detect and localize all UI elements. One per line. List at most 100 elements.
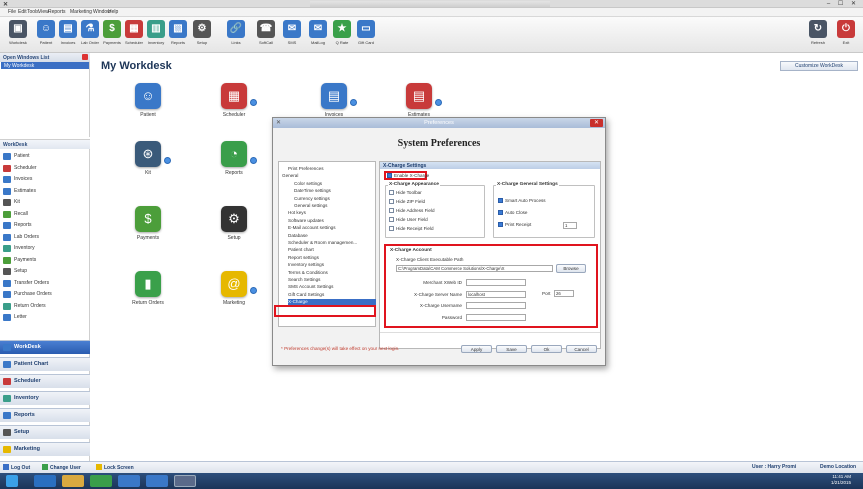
appearance-checkbox[interactable]: Hide User Field — [389, 217, 428, 222]
workdesk-icon[interactable]: @ — [221, 271, 247, 297]
sidebar-item[interactable]: Setup — [2, 266, 88, 277]
workdesk-icon-pin[interactable] — [350, 99, 357, 106]
nav-section-scheduler[interactable]: Scheduler — [0, 374, 90, 388]
menu-item[interactable]: Marketing — [70, 9, 92, 15]
appearance-checkbox[interactable]: Hide Address Field — [389, 208, 435, 213]
taskbar-app-icon[interactable] — [90, 475, 112, 487]
tree-node[interactable]: SMS Account Settings — [288, 284, 333, 290]
workdesk-icon[interactable]: ☺ — [135, 83, 161, 109]
tree-node[interactable]: Scheduler & Room managemen... — [288, 240, 357, 246]
toolbar-button[interactable]: ▥ Inventory — [144, 20, 168, 50]
menu-item[interactable]: Reports — [48, 9, 66, 15]
checkbox-box[interactable] — [389, 208, 394, 213]
account-field-input[interactable]: localhost — [466, 290, 526, 298]
toolbar-button[interactable]: ★ Q Rate — [330, 20, 354, 50]
checkbox-box[interactable] — [498, 198, 503, 203]
taskbar-app-icon[interactable] — [118, 475, 140, 487]
workdesk-icon-pin[interactable] — [250, 99, 257, 106]
tree-node[interactable]: Hot keys — [288, 210, 306, 216]
tree-node[interactable]: Report settings — [288, 255, 319, 261]
sidebar-item[interactable]: Lab Orders — [2, 232, 88, 243]
general-setting-checkbox[interactable]: Print Receipt — [498, 222, 531, 227]
toolbar-button[interactable]: ✉ MailLog — [306, 20, 330, 50]
account-field-input[interactable] — [466, 302, 526, 309]
window-controls[interactable]: – ☐ ✕ — [827, 0, 859, 7]
exe-path-input[interactable]: C:\ProgramData\CAM Commerce Solutions\X-… — [396, 265, 553, 272]
sidebar-item[interactable]: Inventory — [2, 243, 88, 254]
workdesk-icon-pin[interactable] — [250, 287, 257, 294]
tree-node[interactable]: Database — [288, 233, 308, 239]
sidebar-item[interactable]: Return Orders — [2, 301, 88, 312]
nav-section-inventory[interactable]: Inventory — [0, 391, 90, 405]
menu-item[interactable]: Tools — [27, 9, 39, 15]
appearance-checkbox[interactable]: Hide Toolbar — [389, 190, 422, 195]
workdesk-icon[interactable]: ▤ — [406, 83, 432, 109]
logout-button[interactable]: Log Out — [3, 464, 30, 471]
sidebar-item[interactable]: Payments — [2, 255, 88, 266]
toolbar-button[interactable]: 🔗 Links — [224, 20, 248, 50]
open-window-item[interactable]: My Workdesk — [1, 62, 89, 69]
tree-node[interactable]: Patient chart — [288, 247, 314, 253]
workdesk-icon[interactable]: ▮ — [135, 271, 161, 297]
dialog-ok-button[interactable]: Ok — [531, 345, 562, 353]
toolbar-button[interactable]: ▭ Gift Card — [354, 20, 378, 50]
close-panel-icon[interactable] — [82, 54, 88, 60]
checkbox-box[interactable] — [498, 222, 503, 227]
workdesk-icon-pin[interactable] — [164, 157, 171, 164]
toolbar-button[interactable]: ☺ Patient — [34, 20, 58, 50]
menu-item[interactable]: File — [8, 9, 16, 15]
tree-node[interactable]: Color settings — [294, 181, 322, 187]
workdesk-icon[interactable]: ⊛ — [135, 141, 161, 167]
toolbar-button[interactable]: ⏻ Exit — [834, 20, 858, 50]
sidebar-item[interactable]: Estimates — [2, 186, 88, 197]
nav-section-patient-chart[interactable]: Patient Chart — [0, 357, 90, 371]
toolbar-button[interactable]: ▤ Invoices — [56, 20, 80, 50]
sidebar-item[interactable]: Scheduler — [2, 163, 88, 174]
nav-section-setup[interactable]: Setup — [0, 425, 90, 439]
browse-button[interactable]: Browse — [556, 264, 586, 273]
tree-node[interactable]: E-Mail account settings — [288, 225, 336, 231]
tree-node[interactable]: Gift Card Settings — [288, 292, 324, 298]
toolbar-button[interactable]: ▧ Reports — [166, 20, 190, 50]
toolbar-button[interactable]: ▦ Scheduler — [122, 20, 146, 50]
port-input[interactable]: 26 — [554, 290, 574, 297]
taskbar-ie-icon[interactable] — [34, 475, 56, 487]
workdesk-icon-pin[interactable] — [435, 99, 442, 106]
taskbar-explorer-icon[interactable] — [62, 475, 84, 487]
workdesk-icon[interactable]: ⚙ — [221, 206, 247, 232]
tree-node[interactable]: Inventory settings — [288, 262, 324, 268]
tree-node[interactable]: Print Preferences — [288, 166, 324, 172]
tree-node[interactable]: Search Settings — [288, 277, 320, 283]
sidebar-item[interactable]: Letter — [2, 312, 88, 323]
menu-item[interactable]: Edit — [18, 9, 27, 15]
dialog-cancel-button[interactable]: Cancel — [566, 345, 597, 353]
nav-section-marketing[interactable]: Marketing — [0, 442, 90, 456]
print-receipt-count-input[interactable]: 1 — [563, 222, 577, 229]
toolbar-button[interactable]: ▣ Workdesk — [6, 20, 30, 50]
dialog-save-button[interactable]: Save — [496, 345, 527, 353]
checkbox-box[interactable] — [498, 210, 503, 215]
tree-node[interactable]: General — [282, 173, 298, 179]
nav-section-reports[interactable]: Reports — [0, 408, 90, 422]
account-field-input[interactable] — [466, 279, 526, 286]
sidebar-item[interactable]: Purchase Orders — [2, 289, 88, 300]
sidebar-item[interactable]: Recall — [2, 209, 88, 220]
sidebar-item[interactable]: Invoices — [2, 174, 88, 185]
workdesk-icon[interactable]: ◔ — [221, 141, 247, 167]
general-setting-checkbox[interactable]: Smart Auto Process — [498, 198, 546, 203]
checkbox-box[interactable] — [387, 173, 392, 178]
nav-section-workdesk[interactable]: WorkDesk — [0, 340, 90, 354]
toolbar-button[interactable]: ⚙ Setup — [190, 20, 214, 50]
tree-node[interactable]: General settings — [294, 203, 327, 209]
appearance-checkbox[interactable]: Hide Receipt Field — [389, 226, 434, 231]
checkbox-box[interactable] — [389, 226, 394, 231]
taskbar-app-icon[interactable] — [146, 475, 168, 487]
tree-node[interactable]: DateTime settings — [294, 188, 331, 194]
appearance-checkbox[interactable]: Hide ZIP Field — [389, 199, 425, 204]
sidebar-item[interactable]: Transfer Orders — [2, 278, 88, 289]
workdesk-icon[interactable]: ▤ — [321, 83, 347, 109]
toolbar-button[interactable]: $ Payments — [100, 20, 124, 50]
lock-screen-button[interactable]: Lock Screen — [96, 464, 134, 471]
checkbox-box[interactable] — [389, 217, 394, 222]
checkbox-box[interactable] — [389, 190, 394, 195]
